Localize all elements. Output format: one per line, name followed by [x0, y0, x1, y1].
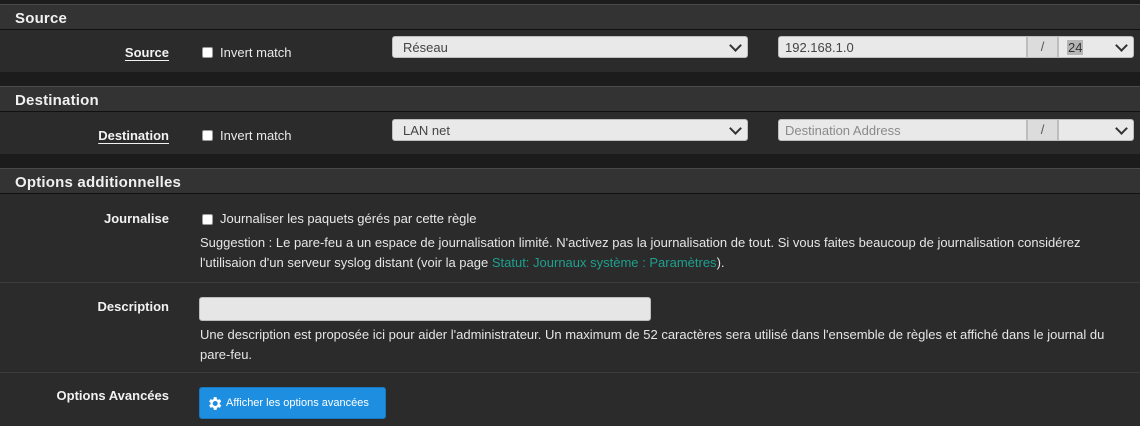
source-address-input[interactable]: 192.168.1.0	[778, 36, 1027, 58]
source-slash: /	[1027, 36, 1058, 58]
source-type-value: Réseau	[403, 40, 448, 55]
destination-invert-checkbox[interactable]	[202, 130, 213, 141]
options-section-title: Options additionnelles	[15, 174, 182, 191]
destination-section-header: Destination	[0, 86, 1140, 112]
log-help-text: Suggestion : Le pare-feu a un espace de …	[200, 233, 1120, 273]
destination-address-placeholder: Destination Address	[785, 123, 901, 138]
source-mask-value: 24	[1067, 40, 1084, 55]
source-mask-select[interactable]: 24	[1058, 36, 1134, 58]
destination-row: Destination Invert match LAN net Destina…	[0, 112, 1140, 154]
source-type-select[interactable]: Réseau	[392, 36, 748, 58]
row-divider	[0, 282, 1140, 283]
source-address-value: 192.168.1.0	[785, 40, 854, 55]
description-help-text: Une description est proposée ici pour ai…	[200, 327, 1105, 362]
show-advanced-options-button[interactable]: Afficher les options avancées	[199, 387, 386, 419]
source-section-header: Source	[0, 4, 1140, 30]
log-settings-link[interactable]: Statut: Journaux système : Paramètres	[492, 255, 717, 270]
destination-invert-label: Invert match	[220, 128, 292, 143]
log-checkbox-label: Journaliser les paquets gérés par cette …	[220, 211, 477, 226]
source-invert-label: Invert match	[220, 45, 292, 60]
chevron-down-icon	[729, 122, 742, 135]
log-label: Journalise	[103, 211, 169, 226]
destination-mask-select[interactable]	[1058, 119, 1134, 141]
show-advanced-options-label: Afficher les options avancées	[226, 397, 369, 409]
chevron-down-icon	[729, 39, 742, 52]
options-section-header: Options additionnelles	[0, 168, 1140, 194]
destination-type-select[interactable]: LAN net	[392, 119, 748, 141]
chevron-down-icon	[1115, 39, 1128, 52]
chevron-down-icon	[1115, 122, 1128, 135]
gear-icon	[209, 397, 222, 410]
source-invert-checkbox[interactable]	[202, 47, 213, 58]
destination-type-value: LAN net	[403, 123, 450, 138]
destination-section-title: Destination	[15, 92, 99, 109]
description-label: Description	[97, 299, 169, 314]
destination-slash: /	[1027, 119, 1058, 141]
source-row: Source Invert match Réseau 192.168.1.0 /…	[0, 30, 1140, 72]
advanced-options-label: Options Avancées	[56, 388, 169, 403]
log-help-suffix: ).	[716, 255, 725, 270]
destination-address-input[interactable]: Destination Address	[778, 119, 1027, 141]
source-label: Source	[124, 45, 169, 60]
source-section-title: Source	[15, 10, 68, 27]
log-checkbox[interactable]	[202, 214, 213, 225]
description-input[interactable]	[199, 297, 651, 321]
destination-label: Destination	[98, 128, 169, 143]
row-divider	[0, 372, 1140, 373]
